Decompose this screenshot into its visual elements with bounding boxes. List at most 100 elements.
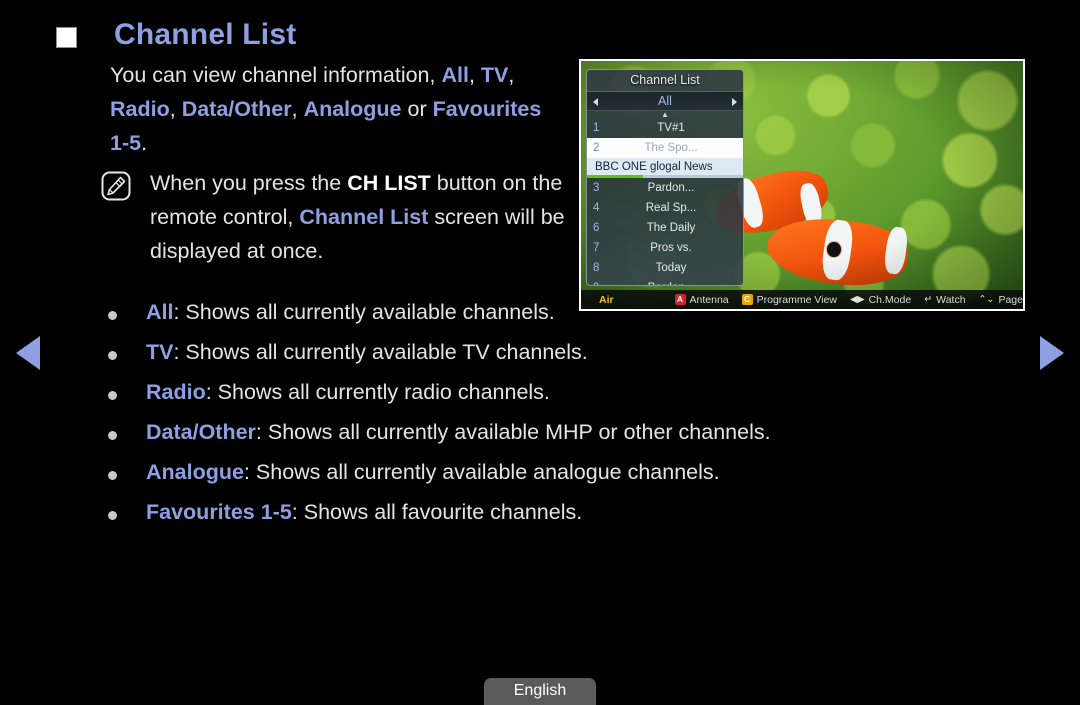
bullet-dot-icon [108, 311, 117, 320]
bullet-desc: : Shows all currently available channels… [173, 300, 555, 324]
key-hint-label: Programme View [756, 293, 837, 306]
intro-paragraph: You can view channel information, All, T… [110, 58, 565, 160]
intro-sep-2: , [169, 97, 182, 121]
channel-number: 6 [593, 222, 600, 234]
key-hint-antenna[interactable]: A Antenna [674, 293, 729, 306]
channel-name: Today [655, 262, 687, 274]
bullet-desc: : Shows all favourite channels. [291, 500, 583, 524]
list-item: Analogue: Shows all currently available … [108, 458, 1008, 487]
bullet-desc: : Shows all currently available analogue… [243, 460, 720, 484]
page-title-row: Channel List [56, 18, 296, 52]
osd-channel-rows: 1 TV#1 2 The Spo... BBC ONE glogal News … [587, 118, 743, 285]
programme-progress-fill [587, 175, 644, 178]
note-block: When you press the CH LIST button on the… [100, 166, 570, 268]
bullet-dot-icon [108, 391, 117, 400]
bullet-desc: : Shows all currently radio channels. [205, 380, 550, 404]
channel-number: 3 [593, 182, 600, 194]
channel-list-osd: Channel List All ▲ 1 TV#1 2 The Spo... B… [586, 69, 744, 286]
bullet-text: Data/Other: Shows all currently availabl… [146, 418, 771, 447]
table-row-selected[interactable]: 2 The Spo... [587, 138, 743, 158]
keyword-favourites-range: -5 [121, 131, 142, 155]
bullet-term: Data/Other [146, 420, 256, 444]
bullet-dot-icon [108, 431, 117, 440]
up-down-arrows-icon: ⌃⌄ [978, 294, 995, 305]
yellow-button-chip-icon: C [741, 294, 753, 305]
note-pencil-icon [101, 171, 131, 201]
key-hint-ch-mode[interactable]: ◀▶ Ch.Mode [850, 294, 911, 306]
note-text: When you press the CH LIST button on the… [142, 166, 570, 268]
bullet-text: Radio: Shows all currently radio channel… [146, 378, 550, 407]
channel-number: 2 [593, 142, 600, 154]
channel-number: 1 [593, 122, 600, 134]
bullet-text: All: Shows all currently available chann… [146, 298, 555, 327]
channel-name: Pros vs. [650, 242, 692, 254]
bullet-dot-icon [108, 351, 117, 360]
now-playing-programme: BBC ONE glogal News [587, 158, 743, 175]
bullet-text: Favourites 1-5: Shows all favourite chan… [146, 498, 582, 527]
key-hint-watch[interactable]: ↵ Watch [924, 294, 965, 306]
keyword-analogue: Analogue [303, 97, 402, 121]
intro-sep-0: , [468, 63, 481, 87]
intro-conj: or [401, 97, 433, 121]
left-right-arrows-icon: ◀▶ [849, 294, 865, 305]
osd-filter-label: All [658, 94, 672, 108]
table-row[interactable]: 8 Today [587, 258, 743, 278]
channel-name: Real Sp... [645, 202, 697, 214]
list-item: Favourites 1-5: Shows all favourite chan… [108, 498, 1008, 527]
channel-number: 9 [587, 282, 613, 285]
bullet-dot-icon [108, 511, 117, 520]
key-hint-label: Watch [936, 293, 966, 306]
table-row[interactable]: 9 Pardon... [587, 278, 743, 285]
channel-name: Pardon... [647, 182, 695, 194]
bullet-dot-icon [108, 471, 117, 480]
channel-name: The Spo... [644, 142, 698, 154]
keyword-tv: TV [480, 63, 509, 87]
caret-right-icon[interactable] [732, 98, 737, 106]
bullet-text: Analogue: Shows all currently available … [146, 458, 720, 487]
note-part-1: When you press the [150, 171, 348, 195]
bullet-term: Radio [146, 380, 206, 404]
list-item: Data/Other: Shows all currently availabl… [108, 418, 1008, 447]
channel-number: 4 [593, 202, 600, 214]
table-row[interactable]: 1 TV#1 [587, 118, 743, 138]
programme-progress-track [587, 175, 743, 178]
enter-return-icon: ↵ [924, 294, 933, 305]
table-row[interactable]: 3 Pardon... [587, 178, 743, 198]
keyword-radio: Radio [110, 97, 170, 121]
key-hint-programme-view[interactable]: C Programme View [741, 293, 837, 306]
note-bold-chlist: CH LIST [347, 171, 431, 195]
bullet-term: All [146, 300, 174, 324]
key-hint-page[interactable]: ⌃⌄ Page [979, 294, 1023, 306]
tv-key-hints: A Antenna C Programme View ◀▶ Ch.Mode ↵ … [674, 293, 1023, 306]
triangle-left-icon[interactable] [16, 336, 40, 370]
table-row[interactable]: 6 The Daily [587, 218, 743, 238]
intro-sep-3: , [291, 97, 304, 121]
language-button[interactable]: English [484, 678, 596, 705]
channel-name: Pardon... [613, 282, 743, 285]
bullet-desc: : Shows all currently available MHP or o… [255, 420, 771, 444]
channel-name: TV#1 [657, 122, 685, 134]
keyword-data-other: Data/Other [181, 97, 292, 121]
intro-period: . [141, 131, 148, 155]
bullet-text: TV: Shows all currently available TV cha… [146, 338, 588, 367]
tv-screenshot-figure: Channel List All ▲ 1 TV#1 2 The Spo... B… [579, 59, 1025, 311]
table-row[interactable]: 7 Pros vs. [587, 238, 743, 258]
key-hint-label: Page [998, 293, 1023, 306]
bullet-term: TV [146, 340, 174, 364]
list-item: Radio: Shows all currently radio channel… [108, 378, 1008, 407]
osd-title: Channel List [630, 73, 700, 87]
intro-lead: You can view channel information, [110, 63, 442, 87]
bullet-term: Favourites 1-5 [146, 500, 292, 524]
caret-left-icon[interactable] [593, 98, 598, 106]
table-row[interactable]: 4 Real Sp... [587, 198, 743, 218]
bullet-desc: : Shows all currently available TV chann… [173, 340, 588, 364]
note-keyword-channel-list: Channel List [299, 205, 429, 229]
key-hint-label: Antenna [689, 293, 729, 306]
triangle-right-icon[interactable] [1040, 336, 1064, 370]
channel-number: 8 [593, 262, 600, 274]
red-button-chip-icon: A [674, 294, 686, 305]
channel-name: The Daily [646, 222, 696, 234]
osd-filter-bar[interactable]: All [587, 91, 743, 111]
caret-up-icon[interactable]: ▲ [587, 111, 743, 119]
source-label: Air [599, 293, 614, 306]
